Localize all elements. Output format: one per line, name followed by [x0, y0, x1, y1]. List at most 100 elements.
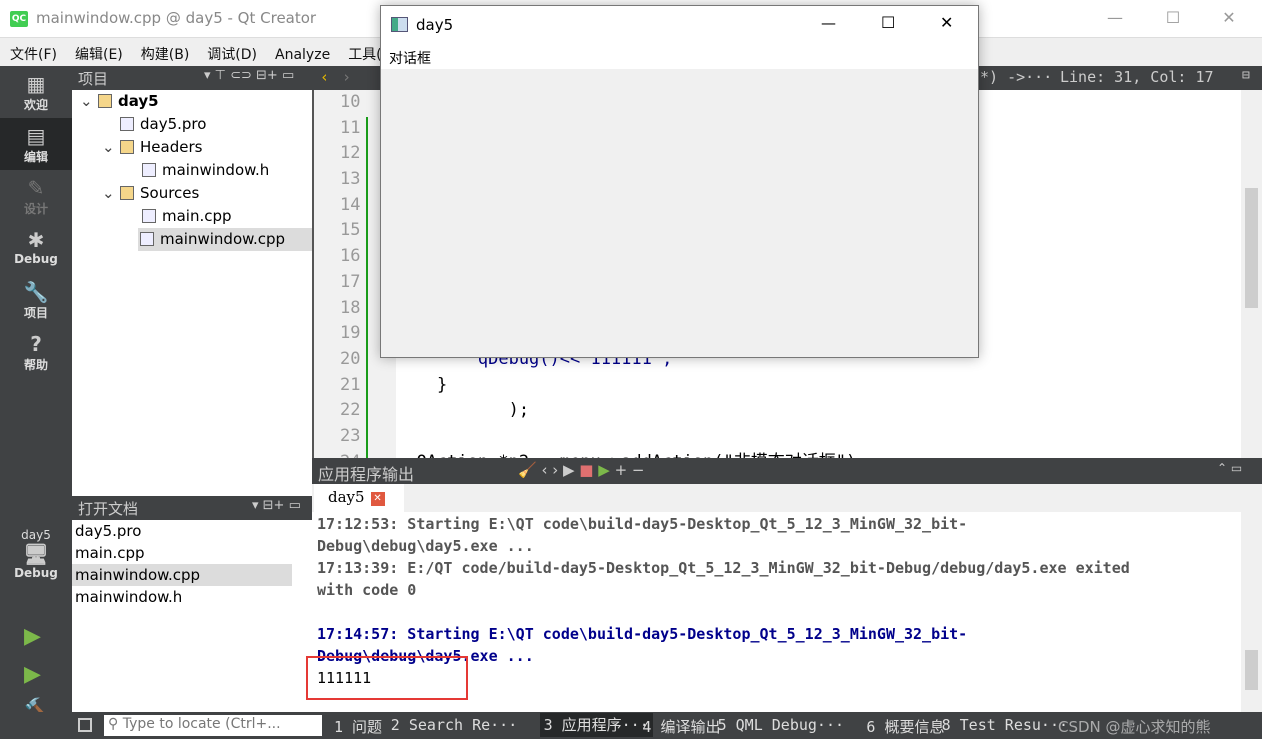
debug-run-icon[interactable]: ▶ [24, 662, 41, 687]
tree-item[interactable]: ⌄ day5 [72, 90, 312, 113]
menu-item-3[interactable]: 调试(D) [189, 38, 257, 64]
run-icon[interactable]: ▶ [24, 624, 41, 649]
forward-icon[interactable]: › [342, 68, 351, 86]
output-tab-day5[interactable]: day5 ✕ [314, 484, 404, 512]
folder-icon [120, 140, 134, 154]
status-bar: ⚲ Type to locate (Ctrl+... CSDN @虚心求知的熊 … [0, 712, 1262, 739]
dialog-maximize-button[interactable]: ☐ [881, 13, 895, 32]
mode-help[interactable]: ? 帮助 [0, 326, 72, 378]
mode-wrench[interactable]: 🔧 项目 [0, 274, 72, 326]
code-line: ); [396, 400, 530, 421]
file-icon [120, 117, 134, 131]
output-line: Debug\debug\day5.exe ... [317, 537, 534, 555]
open-doc-item[interactable]: main.cpp [72, 542, 292, 564]
app-icon [391, 17, 408, 32]
split-icon[interactable]: ⊟ [1242, 68, 1250, 83]
tree-item-label: Sources [140, 184, 200, 202]
kit-project: day5 [21, 528, 51, 542]
cursor-position[interactable]: Line: 31, Col: 17 [1060, 68, 1214, 86]
mode-label: 项目 [23, 306, 48, 320]
close-button[interactable]: ✕ [1214, 8, 1244, 30]
tree-item[interactable]: main.cpp [72, 205, 312, 228]
output-pane-tab[interactable]: 2 Search Re··· [391, 716, 517, 734]
back-icon[interactable]: ‹ [320, 68, 329, 86]
minimize-button[interactable]: — [1100, 8, 1130, 30]
mode-grid[interactable]: ▦ 欢迎 [0, 66, 72, 118]
editor-scrollbar[interactable] [1241, 90, 1262, 458]
function-combo[interactable]: *) ->··· [980, 68, 1052, 86]
maximize-pane-icon[interactable]: ⌃ ▭ [1217, 461, 1242, 475]
mode-bug[interactable]: ✱ Debug [0, 222, 72, 274]
mode-edit[interactable]: ▤ 编辑 [0, 118, 72, 170]
tree-item[interactable]: day5.pro [72, 113, 312, 136]
pane-toolbar-icons[interactable]: ▾ ⊤ ⊂⊃ ⊟+ ▭ [204, 68, 294, 83]
menu-item-4[interactable]: Analyze [257, 41, 330, 63]
code-line: QAction *p2 = menu->addAction("非模态对话框"); [396, 450, 1241, 458]
open-doc-item[interactable]: day5.pro [72, 520, 292, 542]
scrollbar-thumb[interactable] [1245, 650, 1258, 690]
kit-selector[interactable]: day5 🖥 Debug [0, 522, 72, 602]
output-pane-tab[interactable]: 1 问题 [334, 716, 382, 737]
grid-icon: ▦ [26, 72, 46, 96]
qt-creator-logo: QC [10, 11, 28, 27]
maximize-button[interactable]: ☐ [1158, 8, 1188, 30]
output-line: 17:14:57: Starting E:\QT code\build-day5… [317, 625, 968, 643]
code-line: } [396, 374, 448, 395]
output-pane-tab[interactable]: 8 Test Resu··· [942, 716, 1068, 734]
menu-item-2[interactable]: 构建(B) [123, 38, 190, 64]
tree-item[interactable]: ⌄ Headers [72, 136, 312, 159]
output-pane-tab[interactable]: 3 应用程序··· [539, 713, 653, 737]
open-docs-toolbar[interactable]: ▾ ⊟+ ▭ [252, 498, 301, 513]
change-marker [366, 117, 368, 458]
output-scrollbar[interactable] [1241, 512, 1262, 712]
pencil-icon: ✎ [27, 176, 45, 200]
dialog-close-button[interactable]: ✕ [940, 13, 953, 32]
window-title: mainwindow.cpp @ day5 - Qt Creator [36, 9, 317, 27]
output-pane-tab[interactable]: 4 编译输出 [642, 716, 720, 737]
scrollbar-thumb[interactable] [1245, 188, 1258, 308]
mode-label: 欢迎 [23, 98, 48, 112]
chevron-down-icon[interactable]: ⌄ [80, 90, 98, 113]
locate-input[interactable]: ⚲ Type to locate (Ctrl+... [104, 715, 322, 736]
output-toolbar[interactable]: 🧹 ‹ › ▶ ■ ▶ + − [518, 461, 645, 479]
chevron-down-icon[interactable]: ⌄ [102, 182, 120, 205]
monitor-icon: 🖥 [23, 542, 49, 566]
dialog-menu-bar: 对话框 [381, 44, 978, 69]
tree-item[interactable]: mainwindow.cpp [138, 228, 312, 251]
output-tab-label: day5 [328, 488, 365, 506]
output-tabs: day5 ✕ [312, 484, 1262, 512]
line-number: 23 [340, 425, 361, 446]
kit-config: Debug [14, 566, 58, 580]
mode-pencil[interactable]: ✎ 设计 [0, 170, 72, 222]
open-doc-item[interactable]: mainwindow.cpp [72, 564, 292, 586]
open-doc-item[interactable]: mainwindow.h [72, 586, 292, 608]
output-line: 17:13:39: E:/QT code/build-day5-Desktop_… [317, 559, 1130, 577]
tree-item[interactable]: mainwindow.h [72, 159, 312, 182]
folder-icon [98, 94, 112, 108]
menu-item-0[interactable]: 文件(F) [0, 38, 57, 64]
dialog-title-bar: day5 — ☐ ✕ [381, 6, 978, 44]
output-line: with code 0 [317, 581, 417, 599]
highlight-box [306, 656, 468, 700]
output-pane-tab[interactable]: 5 QML Debug··· [718, 716, 844, 734]
mode-bar: ▦ 欢迎 ▤ 编辑 ✎ 设计 ✱ Debug 🔧 项目? 帮助 day5 🖥 Debug ▶ ▶ 🔨 [0, 66, 72, 723]
chevron-down-icon[interactable]: ⌄ [102, 136, 120, 159]
output-pane-tab[interactable]: 6 概要信息 [866, 716, 944, 737]
menu-dialog[interactable]: 对话框 [389, 51, 431, 67]
toggle-sidebar-icon[interactable] [78, 718, 92, 732]
tree-item[interactable]: ⌄ Sources [72, 182, 312, 205]
edit-icon: ▤ [26, 124, 46, 148]
menu-item-5[interactable]: 工具( [330, 38, 381, 64]
wrench-icon: 🔧 [23, 280, 49, 304]
mode-label: 设计 [23, 202, 48, 216]
dialog-minimize-button[interactable]: — [821, 14, 836, 32]
locate-placeholder: Type to locate (Ctrl+... [122, 716, 281, 732]
project-pane-header: 项目 ▾ ⊤ ⊂⊃ ⊟+ ▭ [72, 66, 312, 90]
tree-item-label: day5.pro [140, 115, 207, 133]
file-icon [142, 163, 156, 177]
close-tab-icon[interactable]: ✕ [370, 492, 385, 506]
output-line: 17:12:53: Starting E:\QT code\build-day5… [317, 515, 968, 533]
line-number: 21 [340, 374, 361, 395]
menu-item-1[interactable]: 编辑(E) [57, 38, 123, 64]
dialog-title: day5 [416, 16, 454, 34]
